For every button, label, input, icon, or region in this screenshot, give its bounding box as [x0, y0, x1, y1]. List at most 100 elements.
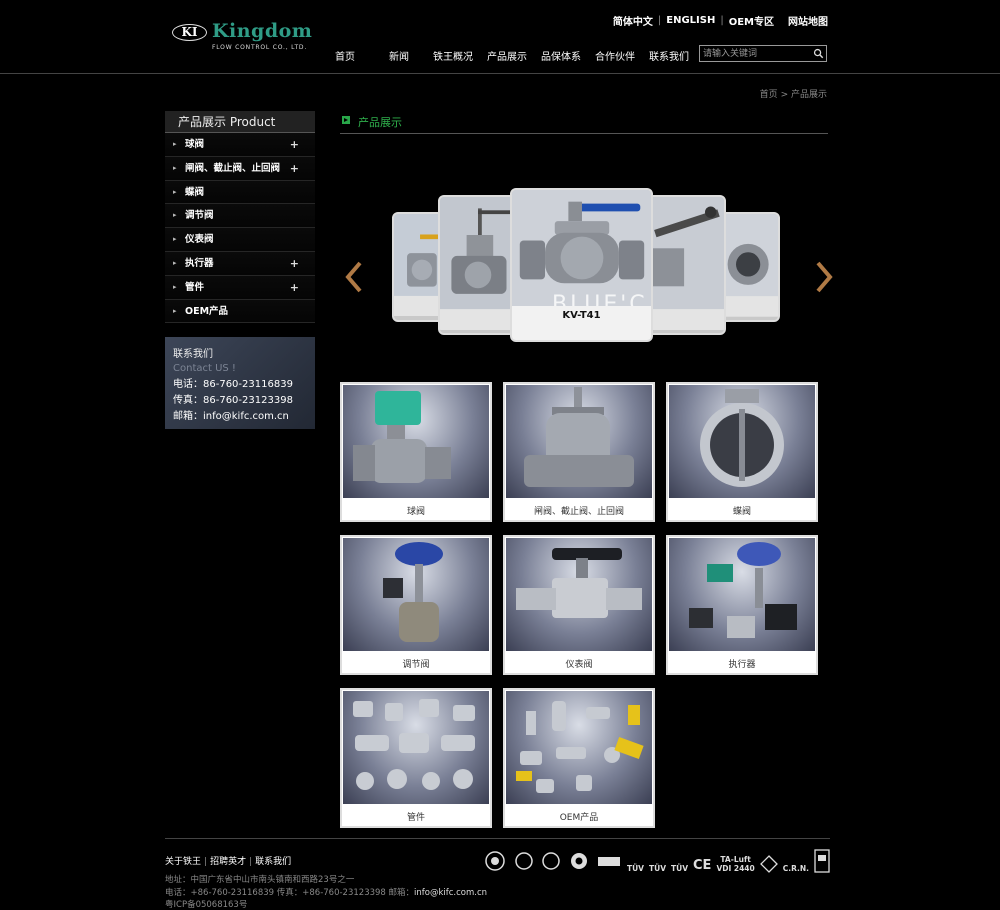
footer-address: 地址：中国广东省中山市南头镇南和西路23号之一 [165, 875, 355, 885]
product-sidebar: 产品展示 Product ▸ 球阀 + ▸ 闸阀、截止阀、止回阀 + ▸ 蝶阀 ▸ 调节阀 … [165, 111, 315, 324]
arrow-right-icon: ▸ [173, 140, 177, 148]
arrow-right-icon: ▸ [173, 211, 177, 220]
sidebar-item-ball-valve[interactable]: ▸ 球阀 + [165, 133, 315, 157]
nav-products[interactable]: 产品展示 [487, 48, 541, 63]
play-marker-icon [342, 116, 350, 124]
nav-partners[interactable]: 合作伙伴 [595, 48, 649, 63]
product-photo [669, 385, 815, 498]
footer-address-block: 地址：中国广东省中山市南头镇南和西路23号之一 电话：+86-760-23116… [165, 874, 487, 910]
sidebar-item-control-valve[interactable]: ▸ 调节阀 [165, 204, 315, 229]
cert-tuv-3: TÜV [671, 864, 689, 873]
nav-contact[interactable]: 联系我们 [649, 48, 703, 63]
product-tile-ball-valve[interactable]: 球阀 [340, 382, 492, 522]
valve-photo [440, 197, 516, 330]
cert-ta-luft: TA-Luft VDI 2440 [716, 855, 755, 873]
logo-subtitle: FLOW CONTROL CO., LTD. [212, 44, 308, 51]
lang-chinese-link[interactable]: 简体中文 [613, 13, 653, 28]
nav-quality[interactable]: 品保体系 [541, 48, 595, 63]
search-icon[interactable] [813, 48, 824, 59]
product-photo [669, 538, 815, 651]
product-carousel: BLUE'C KV-T41 [340, 185, 840, 350]
lang-english-link[interactable]: ENGLISH [666, 15, 715, 26]
kingdom-logo[interactable]: KI Kingdom FLOW CONTROL CO., LTD. [172, 20, 312, 54]
logo-name: Kingdom [212, 20, 313, 42]
contact-phone: 电话：86-760-23116839 [173, 379, 293, 390]
contact-email[interactable]: 邮箱：info@kifc.com.cn [173, 407, 315, 422]
product-label: 管件 [406, 813, 425, 823]
expand-plus-icon[interactable]: + [290, 252, 299, 275]
sitemap-link[interactable]: 网站地图 [788, 13, 828, 28]
header: KI Kingdom FLOW CONTROL CO., LTD. 简体中文 |… [0, 0, 1000, 74]
product-tile-control-valve[interactable]: 调节阀 [340, 535, 492, 675]
carousel-prev-icon[interactable] [344, 261, 364, 293]
footer: 关于铁王 | 招聘英才 | 联系我们 地址：中国广东省中山市南头镇南和西路23号之一 电… [165, 838, 830, 910]
product-label: 蝶阀 [732, 507, 751, 517]
sidebar-item-oem[interactable]: ▸ OEM产品 [165, 299, 315, 324]
main-nav: 首页 新闻 铁王概况 产品展示 品保体系 合作伙伴 联系我们 [335, 48, 703, 63]
breadcrumb: 首页 > 产品展示 [759, 90, 827, 100]
footer-links: 关于铁王 | 招聘英才 | 联系我们 [165, 857, 292, 867]
logo-badge: KI [172, 24, 207, 41]
product-label: OEM产品 [559, 813, 599, 823]
footer-link-careers[interactable]: 招聘英才 [210, 857, 246, 867]
fitting-photo [722, 214, 778, 317]
carousel-caption: KV-T41 [512, 306, 651, 340]
footer-email-link[interactable]: info@kifc.com.cn [414, 888, 487, 898]
arrow-right-icon: ▸ [173, 258, 177, 267]
oem-link[interactable]: OEM专区 [729, 13, 774, 28]
sidebar-item-fittings[interactable]: ▸ 管件 + [165, 275, 315, 300]
product-tile-oem[interactable]: OEM产品 [503, 688, 655, 828]
valve-photo [648, 197, 724, 330]
breadcrumb-current: 产品展示 [790, 90, 827, 100]
product-label: 球阀 [406, 507, 425, 517]
contact-title: 联系我们 [173, 349, 213, 360]
cert-crn: C.R.N. [782, 864, 809, 873]
nav-about[interactable]: 铁王概况 [433, 48, 487, 63]
carousel-card[interactable] [720, 212, 780, 322]
sidebar-item-instrument-valve[interactable]: ▸ 仪表阀 [165, 228, 315, 252]
content-title: 产品展示 [358, 116, 402, 129]
carousel-card[interactable] [438, 195, 518, 335]
product-tile-gate-valve[interactable]: 闸阀、截止阀、止回阀 [503, 382, 655, 522]
product-photo [506, 385, 652, 498]
sidebar-item-actuator[interactable]: ▸ 执行器 + [165, 251, 315, 276]
carousel-card-active[interactable]: BLUE'C KV-T41 [510, 188, 653, 342]
divider: | [720, 15, 724, 26]
footer-icp[interactable]: 粤ICP备05068163号 [165, 899, 487, 910]
footer-phone-fax: 电话：+86-760-23116839 传真：+86-760-23123398 … [165, 887, 415, 898]
product-tile-instrument-valve[interactable]: 仪表阀 [503, 535, 655, 675]
nav-home[interactable]: 首页 [335, 48, 389, 63]
product-label: 仪表阀 [565, 660, 593, 670]
product-photo [506, 691, 652, 804]
top-nav: 简体中文 | ENGLISH | OEM专区 网站地图 [613, 13, 828, 28]
product-tile-fittings[interactable]: 管件 [340, 688, 492, 828]
expand-plus-icon[interactable]: + [290, 157, 299, 180]
nav-news[interactable]: 新闻 [389, 48, 433, 63]
product-tile-actuator[interactable]: 执行器 [666, 535, 818, 675]
divider: | [657, 15, 662, 26]
product-tile-butterfly-valve[interactable]: 蝶阀 [666, 382, 818, 522]
sidebar-item-gate-valve[interactable]: ▸ 闸阀、截止阀、止回阀 + [165, 156, 315, 181]
product-grid: 球阀 闸阀、截止阀、止回阀 蝶阀 调节阀 仪表阀 执行器 管件 OEM产品 [340, 382, 820, 828]
search-box [699, 45, 827, 62]
expand-plus-icon[interactable]: + [290, 133, 299, 156]
breadcrumb-home[interactable]: 首页 [760, 90, 778, 100]
cert-seal-icon [485, 851, 505, 871]
footer-link-contact[interactable]: 联系我们 [255, 857, 291, 867]
certification-logos: TÜV TÜV TÜV CE TA-Luft VDI 2440 C.R.N. [482, 849, 830, 873]
carousel-next-icon[interactable] [814, 261, 834, 293]
product-photo [506, 538, 652, 651]
cert-ce: CE [693, 858, 712, 873]
expand-plus-icon[interactable]: + [290, 276, 299, 299]
cert-seal-icon [542, 852, 560, 870]
cert-api-icon [597, 857, 620, 866]
cert-tuv-2: TÜV [648, 864, 666, 873]
footer-link-about[interactable]: 关于铁王 [165, 857, 201, 867]
arrow-right-icon: ▸ [173, 235, 177, 244]
search-input[interactable] [700, 46, 810, 61]
product-photo [343, 691, 489, 804]
sidebar-item-butterfly-valve[interactable]: ▸ 蝶阀 [165, 180, 315, 205]
cert-tuv-1: TÜV [626, 864, 644, 873]
cert-gost-icon [570, 853, 587, 869]
carousel-card[interactable] [646, 195, 726, 335]
